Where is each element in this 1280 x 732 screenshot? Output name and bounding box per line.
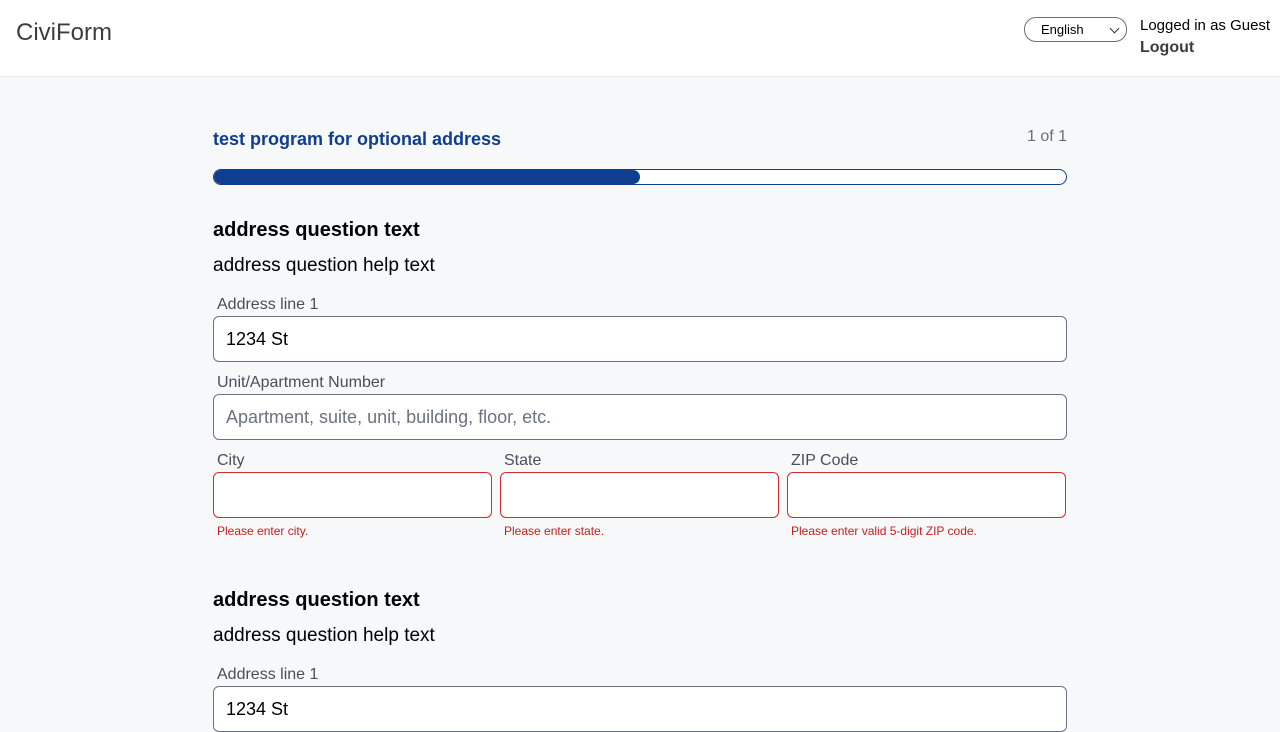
progress-bar-fill: [214, 170, 640, 184]
brand-logo[interactable]: CiviForm: [16, 19, 112, 47]
zip-input[interactable]: [787, 472, 1066, 518]
state-label: State: [504, 452, 542, 469]
language-select[interactable]: English: [1024, 17, 1127, 42]
unit-label: Unit/Apartment Number: [217, 374, 386, 391]
zip-label: ZIP Code: [791, 452, 859, 469]
city-input[interactable]: [213, 472, 492, 518]
city-label: City: [217, 452, 245, 469]
question-title: address question text: [213, 589, 420, 611]
progress-bar: [213, 169, 1067, 185]
logout-link[interactable]: Logout: [1140, 39, 1194, 57]
chevron-down-icon: [1109, 23, 1120, 34]
state-input[interactable]: [500, 472, 779, 518]
question-help-text: address question help text: [213, 625, 435, 646]
address-line-1-label: Address line 1: [217, 666, 319, 683]
address-line-1-label: Address line 1: [217, 296, 319, 313]
unit-input[interactable]: Apartment, suite, unit, building, floor,…: [213, 394, 1067, 440]
zip-error: Please enter valid 5-digit ZIP code.: [791, 524, 977, 538]
login-status: Logged in as Guest: [1140, 17, 1271, 34]
address-line-1-input[interactable]: 1234 St: [213, 316, 1067, 362]
address-question: address question text address question h…: [213, 219, 1067, 538]
address-line-1-input[interactable]: 1234 St: [213, 686, 1067, 732]
state-error: Please enter state.: [504, 524, 605, 538]
city-state-zip-row: City Please enter city. State Please ent…: [213, 450, 1067, 538]
language-select-value: English: [1041, 22, 1084, 37]
address-question-2: address question text address question h…: [213, 589, 1067, 732]
question-title: address question text: [213, 219, 420, 241]
city-error: Please enter city.: [217, 524, 309, 538]
question-help-text: address question help text: [213, 255, 435, 276]
program-title: test program for optional address: [213, 129, 502, 149]
top-header: CiviForm English Logged in as Guest Logo…: [0, 0, 1280, 77]
step-counter: 1 of 1: [1026, 128, 1067, 145]
